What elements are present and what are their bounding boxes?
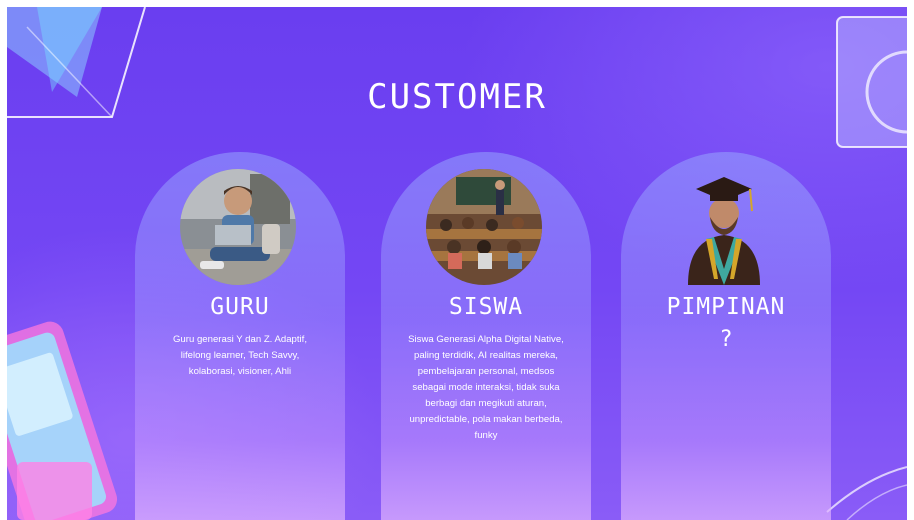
slide-title: CUSTOMER — [367, 77, 547, 117]
card-text-pimpinan: ? — [719, 327, 733, 352]
customer-card-siswa: SISWA Siswa Generasi Alpha Digital Nativ… — [381, 152, 591, 520]
card-text-siswa: Siswa Generasi Alpha Digital Native, pal… — [408, 334, 564, 441]
card-title-pimpinan: PIMPINAN — [666, 294, 786, 320]
pimpinan-graduate-illustration — [666, 169, 782, 285]
customer-card-pimpinan: PIMPINAN ? — [621, 152, 831, 520]
card-title-guru: GURU — [210, 294, 270, 320]
guru-photo — [180, 169, 296, 285]
slide: CUSTOMER GURU Guru generasi Y dan Z. Ada… — [7, 7, 907, 520]
card-title-siswa: SISWA — [448, 294, 524, 320]
customer-card-guru: GURU Guru generasi Y dan Z. Adaptif, lif… — [135, 152, 345, 520]
card-text-guru: Guru generasi Y dan Z. Adaptif, lifelong… — [172, 334, 308, 377]
siswa-photo — [426, 169, 542, 285]
